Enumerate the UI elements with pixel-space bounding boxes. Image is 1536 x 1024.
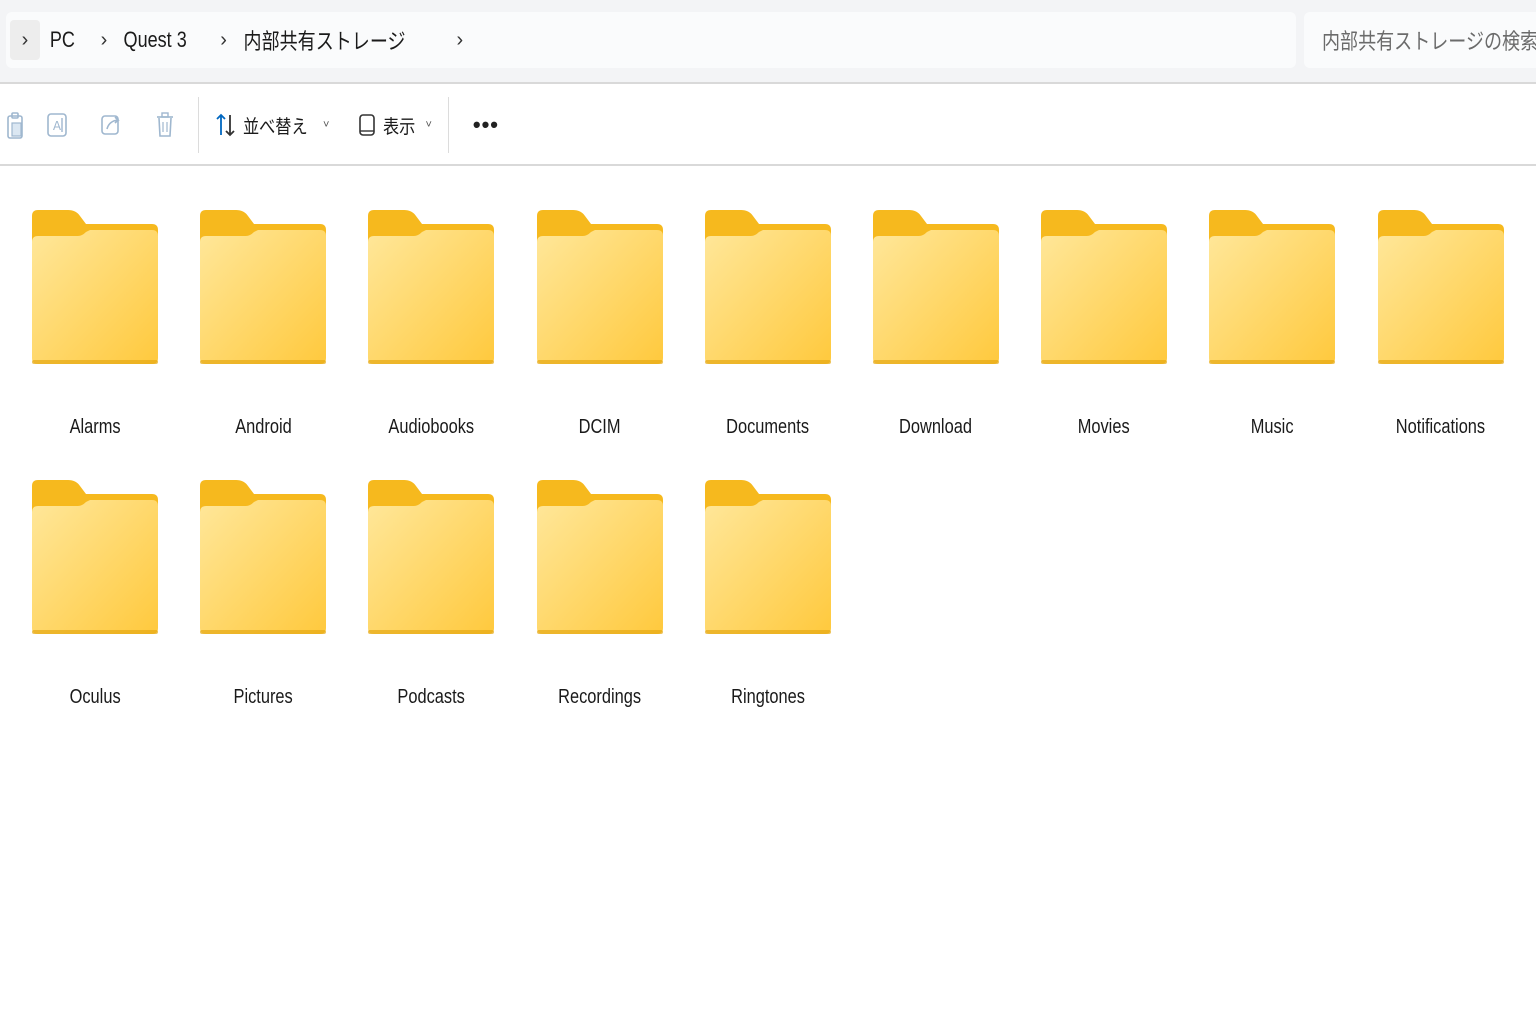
folder-item[interactable]: Recordings [516, 470, 684, 740]
search-placeholder: 内部共有ストレージの検索 [1322, 29, 1536, 54]
folder-name: Download [899, 416, 973, 438]
folder-name: DCIM [578, 416, 621, 438]
folder-item[interactable]: Download [852, 200, 1020, 470]
folder-icon [1209, 210, 1336, 364]
chevron-right-icon[interactable]: › [210, 29, 237, 52]
folder-name: Oculus [69, 686, 121, 708]
folder-icon [32, 480, 158, 634]
command-bar: A 並べ替え ˅ 表示 ˅ ••• [0, 86, 1536, 166]
folder-icon [704, 210, 831, 364]
sort-icon [216, 113, 235, 137]
folder-icon [1041, 210, 1168, 364]
folder-name: Movies [1078, 416, 1131, 438]
more-options-button[interactable]: ••• [457, 112, 515, 138]
folder-item[interactable]: Audiobooks [347, 200, 515, 470]
folder-item[interactable]: Android [179, 200, 347, 470]
sort-button[interactable]: 並べ替え ˅ [207, 101, 337, 149]
folder-icon [32, 210, 158, 364]
rename-icon[interactable]: A [30, 85, 84, 165]
folder-icon [368, 480, 495, 634]
folder-item[interactable]: Notifications [1357, 200, 1525, 470]
view-button[interactable]: 表示 ˅ [349, 101, 439, 149]
folder-icon [704, 480, 831, 634]
folder-item[interactable]: Oculus [11, 470, 179, 740]
chevron-right-icon[interactable]: › [91, 29, 118, 52]
breadcrumb-quest3[interactable]: Quest 3 [117, 27, 193, 53]
folder-item[interactable]: Documents [684, 200, 852, 470]
folder-grid: Alarms Android Audiobooks DCIM Documents Down… [11, 200, 1531, 740]
breadcrumb-pc[interactable]: PC [40, 27, 81, 53]
address-bar-region: › PC › Quest 3 › 内部共有ストレージ › 内部共有ストレージの検… [0, 0, 1536, 84]
folder-icon [536, 480, 663, 634]
folder-item[interactable]: Music [1188, 200, 1356, 470]
chevron-right-icon[interactable]: › [447, 29, 474, 52]
folder-icon [872, 210, 999, 364]
folder-item[interactable]: DCIM [516, 200, 684, 470]
svg-text:A: A [53, 119, 62, 133]
share-icon[interactable] [84, 85, 138, 165]
folder-name: Alarms [69, 416, 121, 438]
folder-icon [368, 210, 495, 364]
folder-icon [200, 480, 327, 634]
breadcrumb-internal-storage[interactable]: 内部共有ストレージ [237, 24, 412, 56]
folder-name: Audiobooks [388, 416, 475, 438]
folder-item[interactable]: Pictures [179, 470, 347, 740]
folder-name: Android [234, 416, 292, 438]
chevron-down-icon: ˅ [425, 119, 432, 131]
folder-name: Notifications [1395, 416, 1486, 438]
folder-name: Pictures [233, 686, 293, 708]
folder-icon [1377, 210, 1504, 364]
chevron-down-icon: ˅ [323, 119, 330, 131]
address-bar[interactable]: › PC › Quest 3 › 内部共有ストレージ › [6, 12, 1296, 68]
folder-item[interactable]: Alarms [11, 200, 179, 470]
folder-item[interactable]: Podcasts [347, 470, 515, 740]
folder-icon [536, 210, 663, 364]
folder-name: Recordings [558, 686, 642, 708]
folder-item[interactable]: Ringtones [684, 470, 852, 740]
sort-label: 並べ替え [243, 116, 308, 138]
folder-name: Documents [726, 416, 810, 438]
folder-name: Music [1250, 416, 1294, 438]
folder-item[interactable]: Movies [1020, 200, 1188, 470]
toolbar-divider [198, 97, 199, 153]
folder-icon [200, 210, 327, 364]
folder-name: Podcasts [397, 686, 466, 708]
toolbar-divider [447, 97, 449, 153]
search-input[interactable]: 内部共有ストレージの検索 [1304, 12, 1536, 68]
view-label: 表示 [383, 116, 416, 138]
expand-chevron-icon[interactable]: › [10, 20, 40, 60]
view-icon [359, 114, 376, 136]
folder-name: Ringtones [730, 686, 805, 708]
delete-icon[interactable] [138, 85, 192, 165]
paste-icon[interactable] [0, 85, 30, 165]
